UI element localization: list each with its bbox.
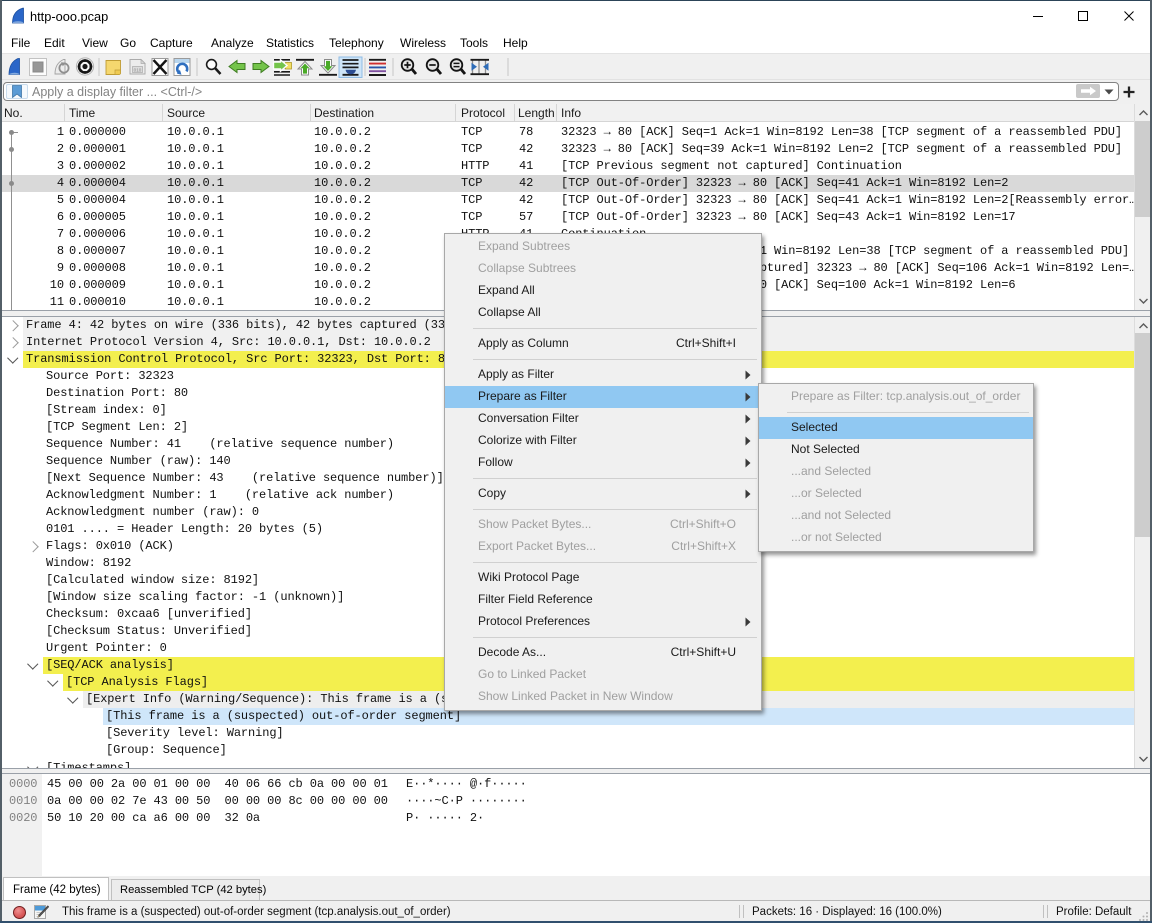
svg-text:010: 010 bbox=[134, 67, 142, 72]
